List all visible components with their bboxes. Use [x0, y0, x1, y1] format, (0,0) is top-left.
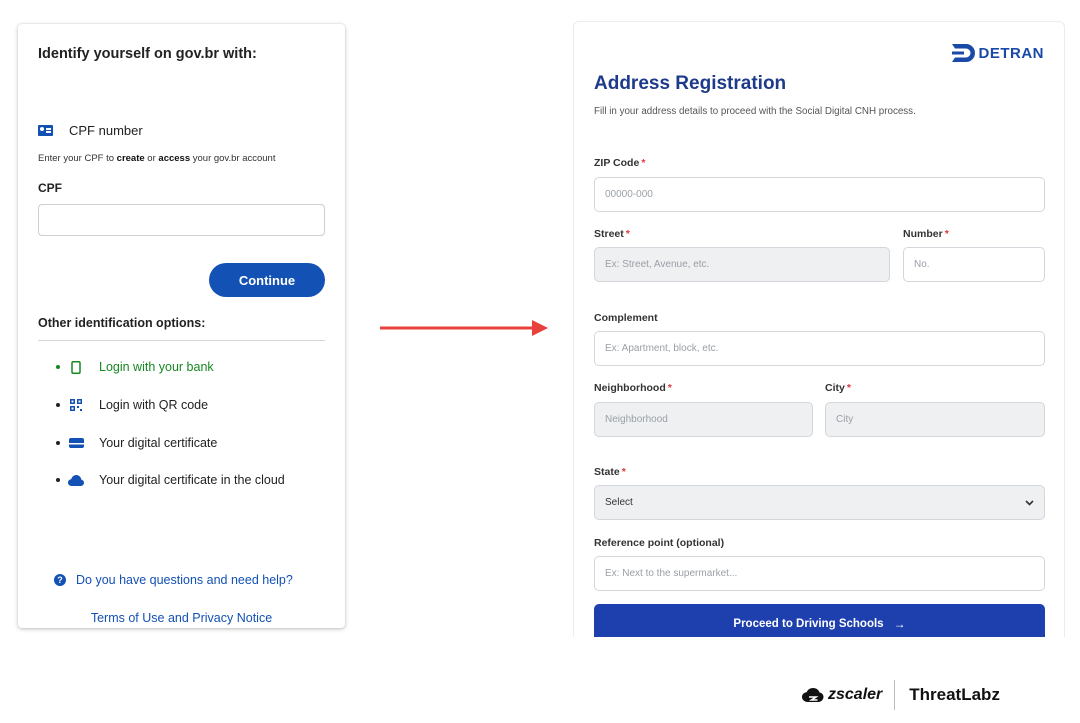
brand-divider: [894, 680, 896, 710]
option-label: Your digital certificate: [99, 436, 218, 450]
state-select[interactable]: Select: [594, 485, 1045, 520]
number-label: Number *: [903, 228, 949, 240]
state-label: State *: [594, 466, 626, 478]
zip-input[interactable]: 00000-000: [594, 177, 1045, 212]
neighborhood-input[interactable]: Neighborhood: [594, 402, 813, 437]
reference-label: Reference point (optional): [594, 537, 725, 549]
option-label: Login with QR code: [99, 398, 209, 412]
zip-label: ZIP Code *: [594, 157, 646, 169]
cpf-hint: Enter your CPF to create or access your …: [38, 153, 276, 164]
zscaler-text: zscaler: [828, 686, 883, 703]
detran-logo-icon: [951, 44, 975, 62]
cpf-option-label: CPF number: [69, 123, 143, 138]
continue-button[interactable]: Continue: [209, 263, 325, 297]
zscaler-logo: zscaler: [802, 686, 882, 704]
reference-input[interactable]: Ex: Next to the supermarket...: [594, 556, 1045, 591]
street-input[interactable]: Ex: Street, Avenue, etc.: [594, 247, 890, 282]
help-link[interactable]: ? Do you have questions and need help?: [54, 573, 293, 587]
option-cloud-certificate[interactable]: Your digital certificate in the cloud: [56, 473, 285, 487]
state-selected-value: Select: [605, 497, 633, 508]
page-title: Address Registration: [594, 73, 787, 94]
qr-code-icon: [68, 398, 84, 412]
arrow-right-icon: →: [893, 617, 906, 631]
cpf-field-label: CPF: [38, 181, 62, 195]
option-label: Your digital certificate in the cloud: [99, 473, 285, 487]
footer-brand: zscaler ThreatLabz: [802, 680, 1000, 710]
proceed-label: Proceed to Driving Schools: [733, 618, 884, 630]
cpf-option[interactable]: CPF number: [38, 123, 143, 138]
govbr-title: Identify yourself on gov.br with:: [38, 46, 257, 62]
cloud-icon: [68, 473, 84, 487]
help-label: Do you have questions and need help?: [76, 573, 293, 587]
complement-input[interactable]: Ex: Apartment, block, etc.: [594, 331, 1045, 366]
certificate-card-icon: [68, 436, 84, 450]
neighborhood-label: Neighborhood *: [594, 382, 672, 394]
number-input[interactable]: No.: [903, 247, 1045, 282]
option-login-bank[interactable]: Login with your bank: [56, 360, 214, 374]
option-login-qr[interactable]: Login with QR code: [56, 398, 208, 412]
street-label: Street *: [594, 228, 630, 240]
page-subtitle: Fill in your address details to proceed …: [594, 106, 916, 117]
zscaler-cloud-icon: [802, 688, 824, 702]
proceed-button[interactable]: Proceed to Driving Schools →: [594, 604, 1045, 637]
threatlabz-text: ThreatLabz: [909, 685, 1000, 704]
city-input[interactable]: City: [825, 402, 1045, 437]
cpf-input[interactable]: [38, 204, 325, 236]
terms-link[interactable]: Terms of Use and Privacy Notice: [18, 611, 345, 625]
chevron-down-icon: [1025, 499, 1034, 506]
city-label: City *: [825, 382, 851, 394]
other-options-title: Other identification options:: [38, 316, 206, 330]
detran-address-card: DETRAN Address Registration Fill in your…: [573, 21, 1065, 637]
govbr-login-card: Identify yourself on gov.br with: CPF nu…: [18, 24, 345, 628]
id-card-icon: [38, 125, 53, 136]
detran-logo: DETRAN: [951, 44, 1045, 62]
smartphone-icon: [68, 360, 84, 374]
option-digital-certificate[interactable]: Your digital certificate: [56, 436, 217, 450]
option-label: Login with your bank: [99, 360, 214, 374]
complement-label: Complement: [594, 312, 658, 324]
question-circle-icon: ?: [54, 574, 66, 586]
divider: [38, 340, 325, 341]
flow-arrow-icon: [380, 320, 548, 336]
